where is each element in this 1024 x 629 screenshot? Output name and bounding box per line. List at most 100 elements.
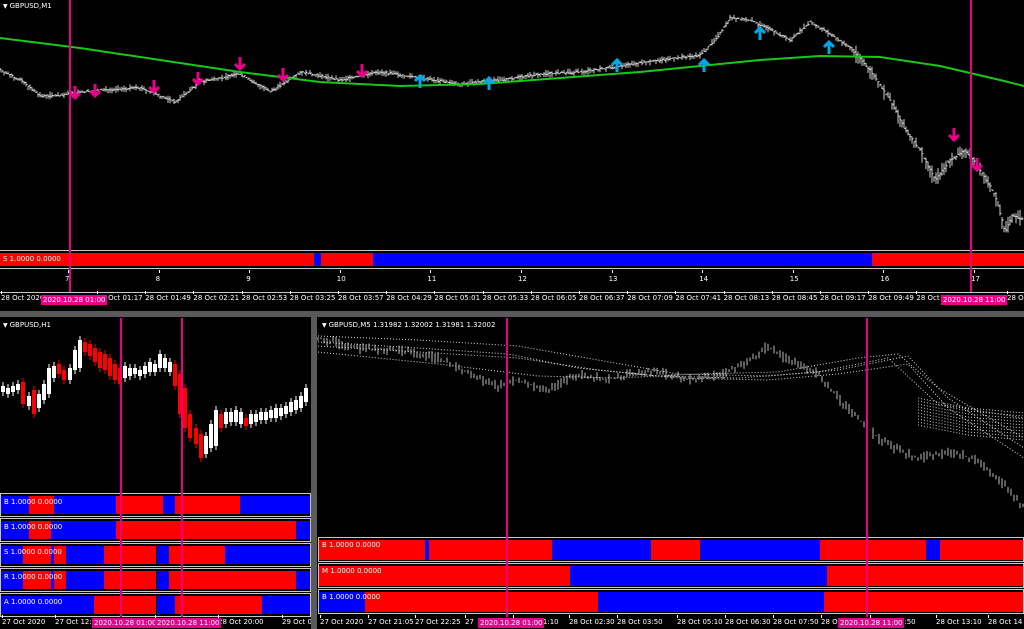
price-bar	[985, 179, 988, 182]
price-bar	[673, 56, 676, 59]
price-bar	[231, 74, 234, 77]
price-bar	[743, 18, 746, 20]
price-bar	[667, 58, 670, 61]
m5-time-tick	[415, 615, 416, 618]
up-arrow-icon	[822, 39, 836, 54]
h1-marker-label-1: 2020.10.28 01:00	[92, 618, 159, 628]
m5-time-label: 27 Oct 21:05	[368, 618, 414, 626]
h1-time-tick	[2, 615, 3, 618]
candle-body	[204, 436, 208, 454]
price-bars	[0, 14, 1024, 233]
m5-chart-window: ▼ GBPUSD,M5 1.31982 1.32002 1.31981 1.320…	[317, 318, 1024, 629]
m5-row-label: B 1.0000 0.0000	[322, 541, 381, 549]
h1-vline-1[interactable]	[120, 318, 122, 617]
candle-body	[173, 364, 177, 386]
price-bar	[225, 76, 228, 78]
price-bar	[843, 43, 846, 46]
h1-row-label: R 1.0000 0.0000	[4, 573, 63, 581]
window-separator-vertical[interactable]	[311, 317, 317, 629]
top-time-label: 28 Oct 2020	[1, 294, 45, 302]
h1-vline-2[interactable]	[181, 318, 183, 617]
top-indicator-row: S 1.0000 0.0000	[0, 250, 1024, 269]
m5-time-tick	[773, 615, 774, 618]
price-bar	[477, 81, 480, 83]
number-scale-tick	[883, 270, 885, 273]
top-time-label: 28 Oct 08:45	[771, 294, 818, 302]
h1-row-segment	[53, 496, 117, 514]
price-bar	[579, 70, 582, 73]
price-bar	[879, 84, 882, 86]
m5-time-tick	[617, 615, 618, 618]
m5-row-segment	[569, 566, 828, 586]
m5-vline-1[interactable]	[506, 318, 508, 617]
price-bar	[175, 100, 178, 102]
h1-row-segment	[175, 496, 241, 514]
candle-body	[42, 384, 46, 400]
m5-price-bars	[317, 336, 1024, 509]
price-bar	[755, 21, 758, 24]
price-bar	[749, 19, 752, 22]
m5-time-tick	[821, 615, 822, 618]
number-scale-label: 9	[246, 275, 251, 283]
price-bar	[653, 59, 656, 62]
price-bar	[371, 72, 374, 75]
m5-time-label: 28 Oct 02:30	[569, 618, 615, 626]
price-bar	[841, 41, 844, 44]
top-time-label: 28 Oct 05:33	[482, 294, 529, 302]
candle-body	[163, 358, 167, 368]
candle-body	[234, 410, 238, 422]
price-bar	[805, 24, 808, 27]
candle-body	[284, 406, 288, 414]
number-scale-tick	[430, 270, 432, 273]
m5-time-label: 28 Oct 07:50	[773, 618, 819, 626]
price-bar	[29, 86, 32, 89]
h1-row-label: B 1.0000 0.0000	[4, 498, 63, 506]
m5-row-segment	[926, 540, 941, 560]
price-bar	[647, 60, 650, 63]
number-scale-tick	[792, 270, 794, 273]
candle-body	[128, 368, 132, 376]
top-time-tick	[820, 291, 821, 294]
price-bar	[563, 72, 566, 75]
down-arrow-icon	[191, 72, 205, 87]
top-time-label: 28 Oct	[1007, 294, 1024, 302]
number-scale-label: 13	[608, 275, 618, 283]
price-bar	[161, 95, 164, 98]
price-bar	[113, 88, 116, 91]
price-bar	[821, 27, 824, 30]
m5-row-segment	[597, 592, 824, 612]
candle-body	[93, 348, 97, 362]
candle-body	[259, 412, 263, 420]
candle-body	[113, 364, 117, 380]
top-time-tick	[675, 291, 677, 294]
price-bar	[641, 62, 644, 64]
price-bar	[495, 79, 498, 81]
price-bar	[353, 76, 356, 78]
number-scale-tick	[249, 270, 251, 273]
h1-row-segment	[66, 571, 104, 589]
top-vline-2[interactable]	[970, 0, 972, 292]
h1-row-segment	[116, 496, 163, 514]
price-bar	[119, 88, 122, 91]
price-bar	[629, 63, 632, 65]
window-separator-horizontal[interactable]	[0, 311, 1024, 317]
price-bar	[567, 72, 570, 74]
top-indicator-segment	[320, 253, 373, 266]
top-time-tick	[1007, 291, 1008, 294]
top-time-label: 28 Oct 06:37	[579, 294, 625, 302]
candle-body	[123, 366, 127, 378]
price-bar	[1005, 229, 1008, 231]
price-bar	[637, 62, 640, 64]
price-bar	[425, 77, 428, 80]
m5-vline-2[interactable]	[866, 318, 868, 617]
price-bar	[125, 88, 128, 90]
h1-row-segment	[94, 596, 157, 614]
price-bar	[727, 19, 730, 22]
top-vline-1[interactable]	[69, 0, 71, 292]
candle-body	[1, 386, 5, 392]
price-bar	[603, 67, 606, 70]
m5-price-chart	[317, 335, 1024, 509]
number-scale-label: 14	[699, 275, 709, 283]
price-bar	[399, 74, 402, 77]
m5-row-segment	[551, 540, 651, 560]
